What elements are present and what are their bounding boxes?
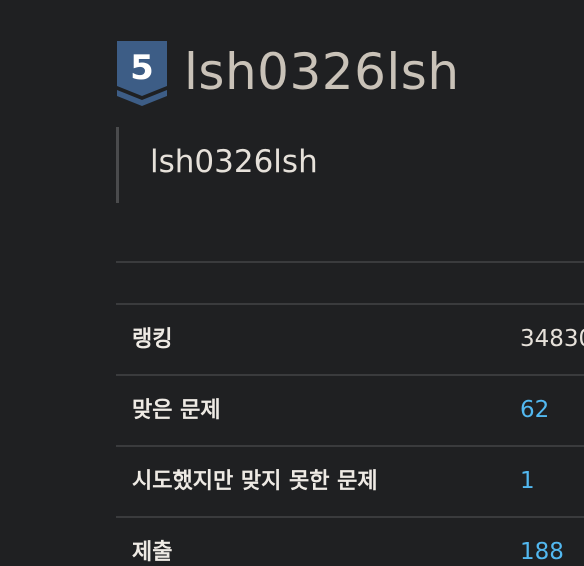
username-title: lsh0326lsh <box>184 43 460 101</box>
submission-count-link[interactable]: 188 <box>520 518 564 566</box>
section-divider <box>116 261 584 263</box>
stat-label: 시도했지만 맞지 못한 문제 <box>132 469 378 494</box>
solved-count-link[interactable]: 62 <box>520 376 549 445</box>
stat-label: 제출 <box>132 540 173 565</box>
status-message: lsh0326lsh <box>150 144 318 180</box>
stat-row-submissions: 제출 188 <box>116 518 584 566</box>
stat-row-failed: 시도했지만 맞지 못한 문제 1 <box>116 447 584 518</box>
profile-page: 5 lsh0326lsh lsh0326lsh 랭킹 34830 맞은 문제 6… <box>0 0 584 566</box>
stat-value: 34830 <box>520 326 584 352</box>
stat-label: 랭킹 <box>132 327 173 352</box>
stats-table: 랭킹 34830 맞은 문제 62 시도했지만 맞지 못한 문제 1 제출 18… <box>116 303 584 566</box>
tier-number: 5 <box>130 48 154 88</box>
stat-label: 맞은 문제 <box>132 398 221 423</box>
profile-header: 5 lsh0326lsh <box>116 38 460 106</box>
status-message-block: lsh0326lsh <box>116 127 318 203</box>
failed-count-link[interactable]: 1 <box>520 447 535 516</box>
tier-badge-icon: 5 <box>117 41 167 106</box>
stat-row-ranking: 랭킹 34830 <box>116 305 584 376</box>
stat-row-solved: 맞은 문제 62 <box>116 376 584 447</box>
